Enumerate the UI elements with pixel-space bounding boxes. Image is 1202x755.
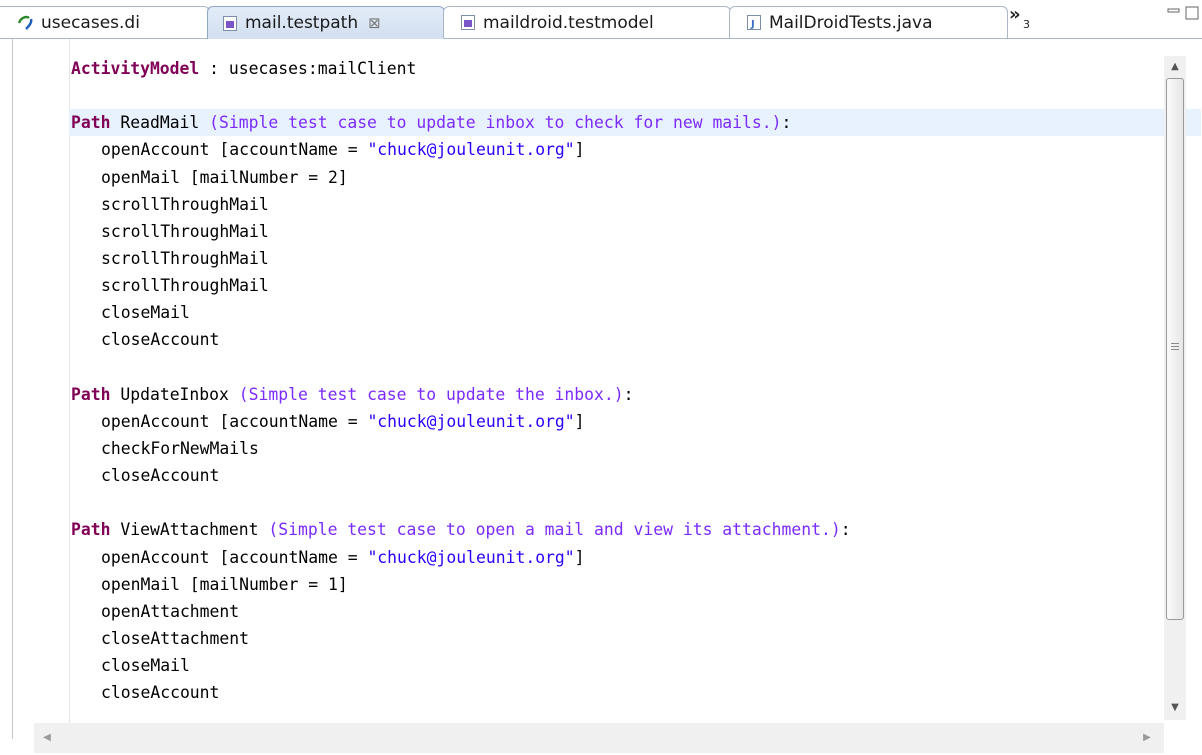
keyword-token: Path xyxy=(71,113,111,133)
code-text: openAttachment xyxy=(101,601,240,621)
string-literal: "chuck@jouleunit.org" xyxy=(367,140,575,160)
overflow-count: 3 xyxy=(1023,18,1030,31)
code-text: closeAccount xyxy=(101,683,220,703)
tab-maildroid-tests-java[interactable]: J MailDroidTests.java xyxy=(729,6,1008,38)
code-line[interactable]: scrollThroughMail xyxy=(71,218,1161,245)
code-text: closeAccount xyxy=(101,330,220,350)
scroll-right-arrow-icon[interactable]: ▶ xyxy=(1140,731,1154,745)
file-icon xyxy=(461,15,475,30)
code-text: closeAccount xyxy=(101,466,220,486)
code-text: closeMail xyxy=(101,303,190,323)
code-line[interactable]: scrollThroughMail xyxy=(71,245,1161,272)
code-text: openMail [mailNumber = 2] xyxy=(101,167,348,187)
code-text: : xyxy=(781,113,792,133)
code-line[interactable]: openAccount [accountName = "chuck@jouleu… xyxy=(71,408,1161,435)
code-line[interactable]: openAttachment xyxy=(71,598,1161,625)
scroll-left-arrow-icon[interactable]: ◀ xyxy=(40,731,54,745)
code-text: scrollThroughMail xyxy=(101,221,269,241)
code-text: ] xyxy=(574,140,585,160)
code-header-line[interactable]: ActivityModel : usecases:mailClient xyxy=(71,55,1161,82)
code-line[interactable]: openMail [mailNumber = 1] xyxy=(71,571,1161,598)
svg-text:J: J xyxy=(750,19,755,30)
code-text: ] xyxy=(574,547,585,567)
code-line[interactable]: closeAccount xyxy=(71,326,1161,353)
code-text: scrollThroughMail xyxy=(101,248,269,268)
scroll-down-arrow-icon[interactable]: ▼ xyxy=(1168,701,1182,715)
tab-label: maildroid.testmodel xyxy=(483,12,654,33)
keyword-token: Path xyxy=(71,520,111,540)
tab-maildroid-testmodel[interactable]: maildroid.testmodel xyxy=(443,6,731,38)
code-line[interactable]: openAccount [accountName = "chuck@jouleu… xyxy=(71,544,1161,571)
code-line[interactable]: closeAttachment xyxy=(71,625,1161,652)
keyword-token: Path xyxy=(71,384,111,404)
blank-line[interactable] xyxy=(71,489,1161,516)
code-text: ] xyxy=(574,411,585,431)
file-icon xyxy=(223,15,237,31)
scroll-up-arrow-icon[interactable]: ▲ xyxy=(1168,60,1182,74)
code-line[interactable]: closeMail xyxy=(71,652,1161,679)
tab-usecases-di[interactable]: usecases.di xyxy=(0,6,210,38)
maximize-icon[interactable] xyxy=(1184,4,1200,20)
code-line[interactable]: scrollThroughMail xyxy=(71,272,1161,299)
grip-line xyxy=(1171,346,1179,347)
code-line[interactable]: openAccount [accountName = "chuck@jouleu… xyxy=(71,136,1161,163)
code-line[interactable]: closeAccount xyxy=(71,462,1161,489)
code-text: scrollThroughMail xyxy=(101,194,269,214)
code-editor[interactable]: ActivityModel : usecases:mailClient Path … xyxy=(12,39,1201,739)
code-header-line[interactable]: Path ReadMail (Simple test case to updat… xyxy=(69,109,1201,137)
code-text: openAccount [accountName = xyxy=(101,411,368,431)
code-text: openMail [mailNumber = 1] xyxy=(101,574,348,594)
tab-overflow-button[interactable]: » 3 xyxy=(1009,4,1049,34)
path-name: UpdateInbox xyxy=(110,384,239,404)
path-description: (Simple test case to update the inbox.) xyxy=(238,384,624,404)
code-text: scrollThroughMail xyxy=(101,276,269,296)
blank-line[interactable] xyxy=(71,82,1161,109)
code-text: openAccount [accountName = xyxy=(101,140,368,160)
code-text: closeMail xyxy=(101,656,190,676)
vertical-scroll-thumb[interactable] xyxy=(1166,78,1184,620)
path-description: (Simple test case to open a mail and vie… xyxy=(268,520,841,540)
code-header-line[interactable]: Path ViewAttachment (Simple test case to… xyxy=(71,516,1161,543)
path-description: (Simple test case to update inbox to che… xyxy=(209,113,782,133)
tab-label: MailDroidTests.java xyxy=(769,12,933,33)
code-text: : xyxy=(840,520,851,540)
vertical-scrollbar[interactable]: ▲ ▼ xyxy=(1164,56,1186,720)
code-text: : xyxy=(623,384,634,404)
path-name: ReadMail xyxy=(110,113,210,133)
code-line[interactable]: checkForNewMails xyxy=(71,435,1161,462)
java-file-icon: J xyxy=(747,15,761,30)
code-text: checkForNewMails xyxy=(101,438,259,458)
path-name: ViewAttachment xyxy=(110,520,269,540)
tab-mail-testpath[interactable]: mail.testpath ⊠ xyxy=(207,6,445,39)
blank-line[interactable] xyxy=(71,354,1161,381)
editor-left-ruler xyxy=(13,39,70,739)
minimize-icon[interactable] xyxy=(1166,4,1182,20)
horizontal-scrollbar[interactable]: ◀ ▶ xyxy=(34,723,1164,753)
code-text: openAccount [accountName = xyxy=(101,547,368,567)
code-line[interactable]: openMail [mailNumber = 2] xyxy=(71,164,1161,191)
string-literal: "chuck@jouleunit.org" xyxy=(367,547,575,567)
diagram-icon xyxy=(18,15,33,30)
code-header-line[interactable]: Path UpdateInbox (Simple test case to up… xyxy=(71,381,1161,408)
tab-label: usecases.di xyxy=(41,12,140,33)
string-literal: "chuck@jouleunit.org" xyxy=(367,411,575,431)
close-icon[interactable]: ⊠ xyxy=(368,14,381,32)
keyword-token: ActivityModel xyxy=(71,59,200,78)
editor-tab-bar: usecases.di mail.testpath ⊠ maildroid.te… xyxy=(0,0,1202,39)
grip-line xyxy=(1171,349,1179,350)
grip-line xyxy=(1171,343,1179,344)
code-text: closeAttachment xyxy=(101,628,250,648)
code-line[interactable]: closeMail xyxy=(71,299,1161,326)
tab-label: mail.testpath xyxy=(245,13,359,33)
code-line[interactable]: closeAccount xyxy=(71,679,1161,706)
code-text: : usecases:mailClient xyxy=(199,59,417,78)
code-line[interactable]: scrollThroughMail xyxy=(71,191,1161,218)
overflow-chevron-icon: » xyxy=(1009,4,1021,25)
code-area[interactable]: ActivityModel : usecases:mailClient Path … xyxy=(69,55,1201,706)
